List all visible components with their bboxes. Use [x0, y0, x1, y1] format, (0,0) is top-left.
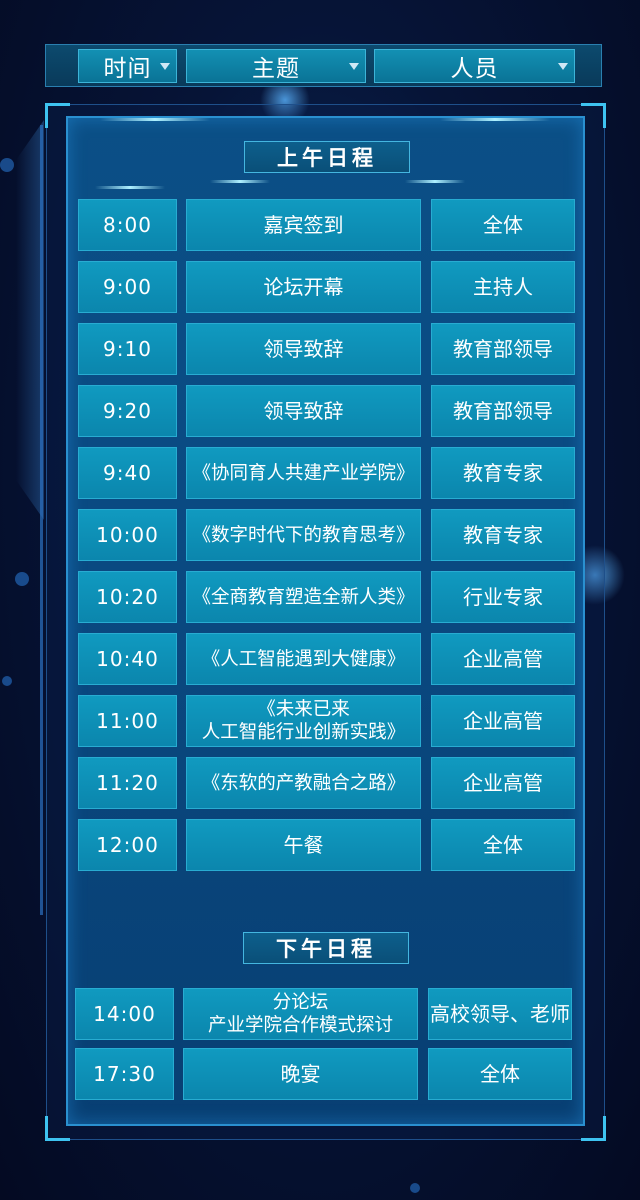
- schedule-time-cell: 10:00: [78, 509, 177, 561]
- schedule-people-cell: 教育部领导: [431, 323, 575, 375]
- chevron-down-icon: [349, 63, 359, 70]
- schedule-time-cell: 9:20: [78, 385, 177, 437]
- topic-column-label: 主题: [252, 56, 300, 82]
- schedule-topic-cell: 《全商教育塑造全新人类》: [186, 571, 421, 623]
- side-decoration-line: [40, 125, 43, 915]
- schedule-topic-cell: 嘉宾签到: [186, 199, 421, 251]
- schedule-topic-cell: 领导致辞: [186, 385, 421, 437]
- schedule-people-cell: 全体: [431, 199, 575, 251]
- schedule-people-cell: 企业高管: [431, 757, 575, 809]
- schedule-people-cell: 教育部领导: [431, 385, 575, 437]
- chevron-down-icon: [558, 63, 568, 70]
- schedule-people-cell: 全体: [428, 1048, 572, 1100]
- schedule-people-cell: 全体: [431, 819, 575, 871]
- topic-column-dropdown[interactable]: 主题: [186, 49, 366, 83]
- schedule-people-cell: 高校领导、老师: [428, 988, 572, 1040]
- time-column-label: 时间: [103, 56, 152, 82]
- schedule-topic-cell: 《人工智能遇到大健康》: [186, 633, 421, 685]
- schedule-topic-cell: 午餐: [186, 819, 421, 871]
- decorative-glow-line: [100, 118, 210, 121]
- decorative-glow-line: [440, 118, 550, 121]
- schedule-time-cell: 11:00: [78, 695, 177, 747]
- chevron-down-icon: [160, 63, 170, 70]
- schedule-time-cell: 12:00: [78, 819, 177, 871]
- schedule-time-cell: 10:20: [78, 571, 177, 623]
- people-column-dropdown[interactable]: 人员: [374, 49, 575, 83]
- people-column-label: 人员: [450, 56, 499, 82]
- schedule-topic-cell: 《东软的产教融合之路》: [186, 757, 421, 809]
- schedule-time-cell: 9:10: [78, 323, 177, 375]
- schedule-topic-cell: 论坛开幕: [186, 261, 421, 313]
- schedule-topic-cell: 分论坛 产业学院合作模式探讨: [183, 988, 418, 1040]
- column-header-bar: 时间 主题 人员: [45, 44, 602, 87]
- schedule-people-cell: 教育专家: [431, 447, 575, 499]
- decorative-glow-line: [210, 180, 270, 183]
- schedule-topic-cell: 《协同育人共建产业学院》: [186, 447, 421, 499]
- schedule-people-cell: 企业高管: [431, 695, 575, 747]
- morning-section-title: 上午日程: [244, 141, 410, 173]
- decorative-dot: [2, 676, 12, 686]
- schedule-time-cell: 9:00: [78, 261, 177, 313]
- schedule-time-cell: 9:40: [78, 447, 177, 499]
- decorative-dot: [410, 1183, 420, 1193]
- schedule-people-cell: 主持人: [431, 261, 575, 313]
- decorative-glow-line: [405, 180, 465, 183]
- schedule-time-cell: 8:00: [78, 199, 177, 251]
- schedule-topic-cell: 《数字时代下的教育思考》: [186, 509, 421, 561]
- decorative-glow-line: [95, 186, 165, 189]
- schedule-time-cell: 10:40: [78, 633, 177, 685]
- decorative-dot: [0, 158, 14, 172]
- schedule-time-cell: 14:00: [75, 988, 174, 1040]
- schedule-people-cell: 行业专家: [431, 571, 575, 623]
- decorative-dot: [15, 572, 29, 586]
- schedule-people-cell: 企业高管: [431, 633, 575, 685]
- schedule-time-cell: 11:20: [78, 757, 177, 809]
- schedule-topic-cell: 领导致辞: [186, 323, 421, 375]
- schedule-people-cell: 教育专家: [431, 509, 575, 561]
- schedule-topic-cell: 《未来已来 人工智能行业创新实践》: [186, 695, 421, 747]
- time-column-dropdown[interactable]: 时间: [78, 49, 177, 83]
- schedule-time-cell: 17:30: [75, 1048, 174, 1100]
- afternoon-section-title: 下午日程: [243, 932, 409, 964]
- schedule-topic-cell: 晚宴: [183, 1048, 418, 1100]
